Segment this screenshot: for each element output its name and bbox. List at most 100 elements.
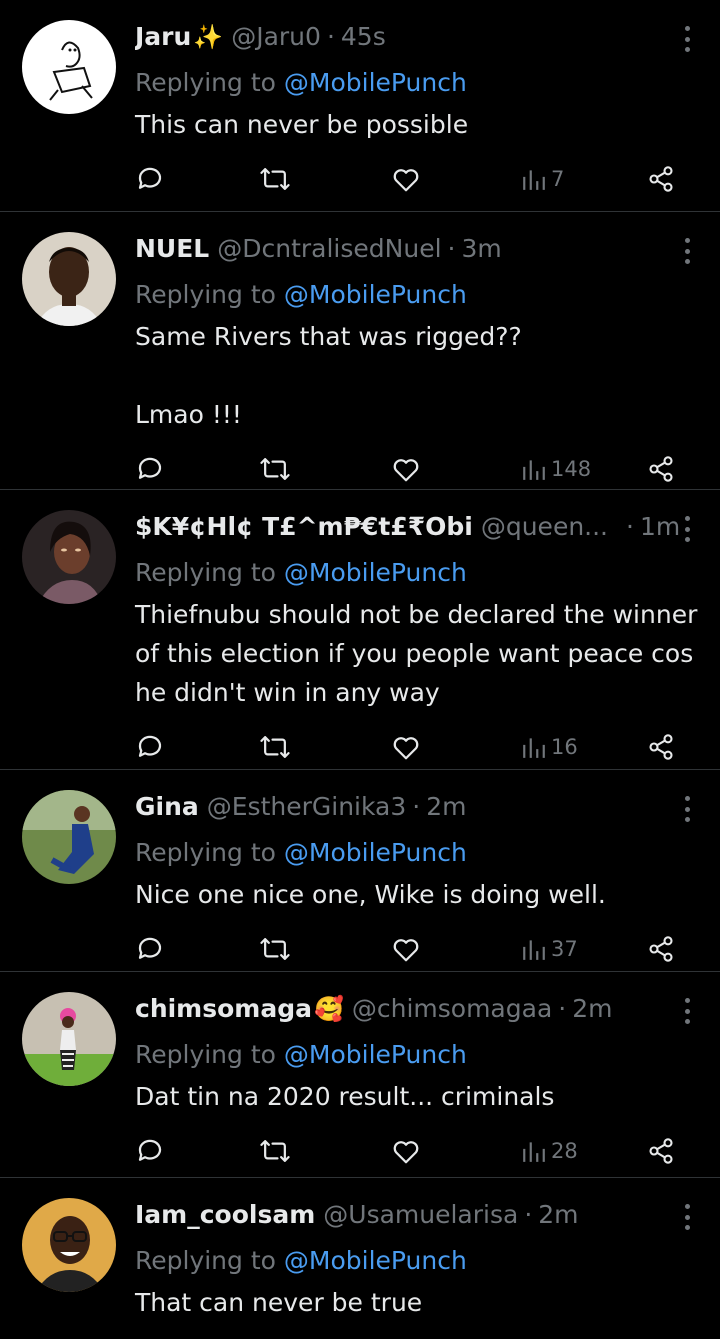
timestamp[interactable]: 2m	[572, 994, 612, 1023]
retweet-button[interactable]	[259, 144, 291, 214]
reply-item[interactable]: Gina @EstherGinika3 · 2m Replying to @Mo…	[0, 770, 720, 972]
mention-link[interactable]: @MobilePunch	[284, 1040, 467, 1069]
views-count: 148	[551, 457, 592, 481]
avatar[interactable]	[22, 790, 116, 884]
username-handle[interactable]: @EstherGinika3	[207, 792, 407, 821]
retweet-button[interactable]	[259, 1116, 291, 1186]
views-button[interactable]: 28	[521, 1116, 578, 1186]
timestamp[interactable]: 1m	[640, 512, 680, 541]
mention-link[interactable]: @MobilePunch	[284, 838, 467, 867]
views-button[interactable]: 7	[521, 144, 564, 214]
reply-icon	[138, 937, 162, 959]
action-bar: 26	[135, 1322, 700, 1339]
views-count: 37	[551, 937, 578, 961]
replying-prefix: Replying to	[135, 1246, 276, 1275]
more-options-icon[interactable]	[684, 1204, 690, 1230]
reply-item[interactable]: chimsomaga 🥰 @chimsomagaa · 2m Replying …	[0, 972, 720, 1178]
share-icon	[649, 1138, 673, 1164]
share-icon	[649, 456, 673, 482]
heart-icon	[393, 169, 419, 192]
analytics-icon	[523, 738, 545, 758]
mention-link[interactable]: @MobilePunch	[284, 1246, 467, 1275]
like-button[interactable]	[391, 1116, 421, 1186]
display-name[interactable]: Gina	[135, 792, 199, 821]
reply-item[interactable]: $K¥¢Hl¢ T£^m₱€t£₹Obi @queen... · 1m Repl…	[0, 490, 720, 770]
reply-text: Dat tin na 2020 result... criminals	[135, 1082, 555, 1111]
timestamp[interactable]: 45s	[341, 22, 386, 51]
more-options-icon[interactable]	[684, 238, 690, 264]
replying-prefix: Replying to	[135, 1040, 276, 1069]
display-name[interactable]: NUEL	[135, 234, 209, 263]
more-options-icon[interactable]	[684, 26, 690, 52]
views-count: 7	[551, 167, 565, 191]
display-name[interactable]: $K¥¢Hl¢ T£^m₱€t£₹Obi	[135, 512, 473, 541]
separator-dot: ·	[558, 994, 567, 1023]
reply-item[interactable]: Jaru ✨ @Jaru0 · 45s Replying to @MobileP…	[0, 0, 720, 212]
share-button[interactable]	[647, 1322, 675, 1339]
avatar-photo-icon	[22, 992, 116, 1086]
like-button[interactable]	[391, 1322, 421, 1339]
display-name[interactable]: Jaru	[135, 22, 191, 51]
avatar[interactable]	[22, 232, 116, 326]
analytics-icon	[523, 940, 545, 960]
share-button[interactable]	[647, 144, 675, 214]
username-handle[interactable]: @Usamuelarisa	[323, 1200, 518, 1229]
retweet-icon	[260, 1140, 290, 1162]
reply-text: Same Rivers that was rigged?? Lmao !!!	[135, 322, 522, 429]
replying-prefix: Replying to	[135, 280, 276, 309]
retweet-icon	[260, 736, 290, 758]
separator-dot: ·	[447, 234, 456, 263]
avatar-photo-icon	[22, 510, 116, 604]
username-handle[interactable]: @DcntralisedNuel	[217, 234, 441, 263]
mention-link[interactable]: @MobilePunch	[284, 558, 467, 587]
heart-icon	[393, 939, 419, 962]
reply-button[interactable]	[135, 1116, 165, 1186]
separator-dot: ·	[626, 512, 634, 541]
avatar-photo-icon	[22, 1198, 116, 1292]
timestamp[interactable]: 2m	[538, 1200, 578, 1229]
retweet-icon	[260, 938, 290, 960]
avatar[interactable]	[22, 992, 116, 1086]
reply-item[interactable]: NUEL @DcntralisedNuel · 3m Replying to @…	[0, 212, 720, 490]
avatar[interactable]	[22, 510, 116, 604]
reply-text: This can never be possible	[135, 110, 469, 139]
mention-link[interactable]: @MobilePunch	[284, 68, 467, 97]
reply-icon	[138, 735, 162, 757]
sparkles-emoji: ✨	[193, 23, 224, 51]
reply-item[interactable]: Iam_coolsam @Usamuelarisa · 2m Replying …	[0, 1178, 720, 1339]
action-bar: 28	[135, 1116, 700, 1186]
retweet-icon	[260, 458, 290, 480]
heart-icon	[393, 737, 419, 760]
more-options-icon[interactable]	[684, 516, 690, 542]
username-handle[interactable]: @queen...	[481, 512, 608, 541]
views-button[interactable]: 26	[521, 1322, 578, 1339]
mention-link[interactable]: @MobilePunch	[284, 280, 467, 309]
username-handle[interactable]: @chimsomagaa	[352, 994, 552, 1023]
more-options-icon[interactable]	[684, 796, 690, 822]
avatar[interactable]	[22, 20, 116, 114]
display-name[interactable]: Iam_coolsam	[135, 1200, 315, 1229]
timestamp[interactable]: 2m	[426, 792, 466, 821]
separator-dot: ·	[524, 1200, 533, 1229]
timestamp[interactable]: 3m	[461, 234, 501, 263]
like-button[interactable]	[391, 144, 421, 214]
reply-icon	[138, 167, 162, 189]
avatar-photo-icon	[22, 232, 116, 326]
replying-to: Replying to @MobilePunch	[135, 832, 700, 874]
heart-icon	[393, 459, 419, 482]
username-handle[interactable]: @Jaru0	[231, 22, 321, 51]
analytics-icon	[523, 460, 545, 480]
replies-feed: Jaru ✨ @Jaru0 · 45s Replying to @MobileP…	[0, 0, 720, 1339]
replying-to: Replying to @MobilePunch	[135, 62, 700, 104]
more-options-icon[interactable]	[684, 998, 690, 1024]
reply-button[interactable]	[135, 144, 165, 214]
display-name[interactable]: chimsomaga	[135, 994, 312, 1023]
replying-to: Replying to @MobilePunch	[135, 1240, 700, 1282]
reply-button[interactable]	[135, 1322, 165, 1339]
share-button[interactable]	[647, 1116, 675, 1186]
reply-icon	[138, 457, 162, 479]
retweet-button[interactable]	[259, 1322, 291, 1339]
analytics-icon	[523, 1142, 545, 1162]
retweet-icon	[260, 168, 290, 190]
avatar[interactable]	[22, 1198, 116, 1292]
